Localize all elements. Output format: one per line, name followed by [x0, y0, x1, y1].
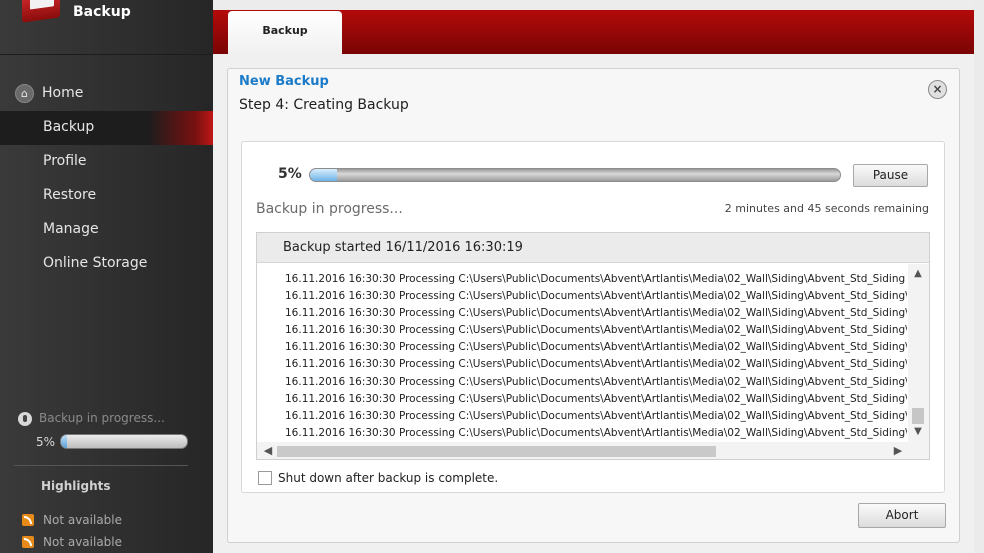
highlights-title: Highlights [41, 479, 111, 493]
backup-card: New Backup Step 4: Creating Backup × 5% … [227, 68, 960, 543]
rss-icon [22, 514, 34, 526]
card-title: New Backup [239, 74, 329, 89]
sidebar-divider [0, 54, 213, 55]
horizontal-scrollbar[interactable]: ◀ ▶ [257, 442, 908, 459]
sidebar-item-restore[interactable]: Restore [0, 179, 213, 213]
shutdown-label[interactable]: Shut down after backup is complete. [278, 471, 498, 485]
sidebar-item-label: Restore [43, 187, 97, 203]
log-header: Backup started 16/11/2016 16:30:19 [257, 233, 929, 263]
sidebar: Backup ⌂ Home Backup Profile Restore Man… [0, 0, 213, 553]
vertical-scroll-thumb[interactable] [912, 408, 924, 424]
log-line: 16.11.2016 16:30:30 Processing C:\Users\… [285, 409, 907, 422]
sidebar-item-online-storage[interactable]: Online Storage [0, 247, 213, 281]
pause-button[interactable]: Pause [853, 164, 928, 187]
vertical-scrollbar[interactable]: ▲ ▼ [908, 264, 929, 442]
sidebar-item-profile[interactable]: Profile [0, 145, 213, 179]
abort-button[interactable]: Abort [858, 503, 946, 528]
log-line: 16.11.2016 16:30:30 Processing C:\Users\… [285, 426, 907, 439]
log-lines: 16.11.2016 16:30:30 Processing C:\Users\… [285, 271, 907, 442]
rss-icon [22, 536, 34, 548]
progress-panel: 5% Pause Backup in progress... 2 minutes… [241, 141, 945, 493]
log-line: 16.11.2016 16:30:30 Processing C:\Users\… [285, 358, 907, 371]
highlight-label: Not available [43, 513, 123, 527]
microphone-icon [18, 412, 32, 426]
main-top-strip [213, 0, 984, 10]
progress-status-text: Backup in progress... [256, 201, 403, 217]
progress-fill [310, 169, 337, 181]
app-title: Backup [73, 4, 131, 20]
sidebar-item-label: Backup [43, 119, 95, 135]
sidebar-item-label: Profile [43, 153, 87, 169]
sidebar-item-label: Home [42, 85, 84, 101]
scroll-up-icon[interactable]: ▲ [911, 267, 925, 281]
window-edge [974, 0, 984, 553]
shutdown-checkbox[interactable] [258, 471, 272, 485]
horizontal-scroll-thumb[interactable] [277, 446, 716, 457]
sidebar-progress-fill [61, 435, 68, 448]
sidebar-item-home[interactable]: ⌂ Home [0, 77, 213, 111]
progress-bar [309, 168, 841, 182]
log-line: 16.11.2016 16:30:30 Processing C:\Users\… [285, 273, 906, 285]
app-logo [22, 0, 60, 23]
step-title: Step 4: Creating Backup [239, 97, 409, 113]
log-line: 16.11.2016 16:30:30 Processing C:\Users\… [285, 341, 907, 354]
log-line: 16.11.2016 16:30:30 Processing C:\Users\… [285, 392, 907, 405]
sidebar-status-text: Backup in progress... [39, 411, 165, 425]
highlights-divider [14, 465, 188, 466]
sidebar-item-backup[interactable]: Backup [0, 111, 213, 145]
highlight-label: Not available [43, 535, 123, 549]
tab-backup[interactable]: Backup [228, 11, 342, 55]
log-box[interactable]: Backup started 16/11/2016 16:30:19 16.11… [256, 232, 930, 460]
scroll-down-icon[interactable]: ▼ [911, 425, 925, 439]
sidebar-progress-bar [60, 434, 188, 449]
home-icon: ⌂ [15, 84, 34, 103]
log-line: 16.11.2016 16:30:30 Processing C:\Users\… [285, 324, 907, 337]
sidebar-status-percent: 5% [36, 435, 56, 449]
scroll-left-icon[interactable]: ◀ [261, 444, 275, 458]
scrollbar-corner [908, 442, 929, 459]
scroll-right-icon[interactable]: ▶ [891, 444, 905, 458]
sidebar-item-label: Online Storage [43, 255, 148, 271]
main-area: Backup New Backup Step 4: Creating Backu… [213, 0, 984, 553]
progress-percent: 5% [278, 166, 302, 182]
time-remaining: 2 minutes and 45 seconds remaining [724, 202, 929, 215]
log-line: 16.11.2016 16:30:30 Processing C:\Users\… [285, 290, 907, 303]
sidebar-item-manage[interactable]: Manage [0, 213, 213, 247]
close-icon[interactable]: × [928, 80, 947, 99]
sidebar-item-label: Manage [43, 221, 99, 237]
log-line: 16.11.2016 16:30:30 Processing C:\Users\… [285, 307, 907, 320]
log-line: 16.11.2016 16:30:30 Processing C:\Users\… [285, 375, 907, 388]
sidebar-nav: ⌂ Home Backup Profile Restore Manage Onl… [0, 77, 213, 281]
